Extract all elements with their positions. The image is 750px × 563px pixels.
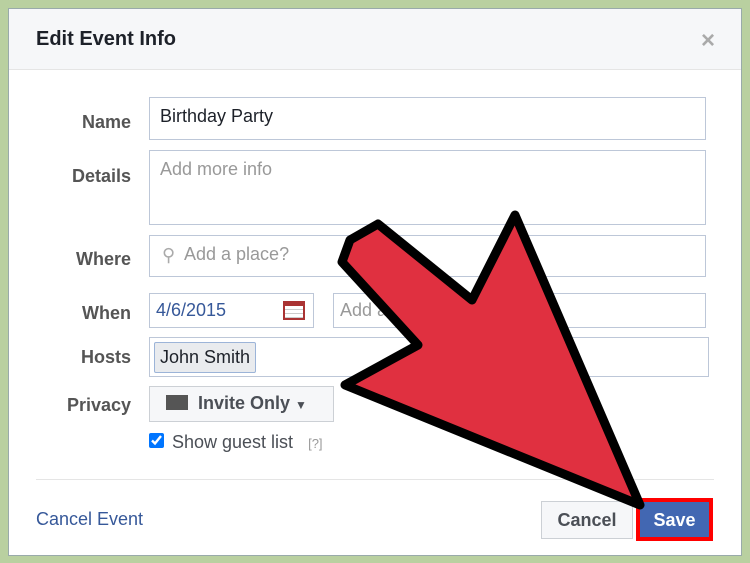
pointer-arrow-overlay (337, 210, 645, 510)
red-arrow-icon (337, 210, 645, 510)
